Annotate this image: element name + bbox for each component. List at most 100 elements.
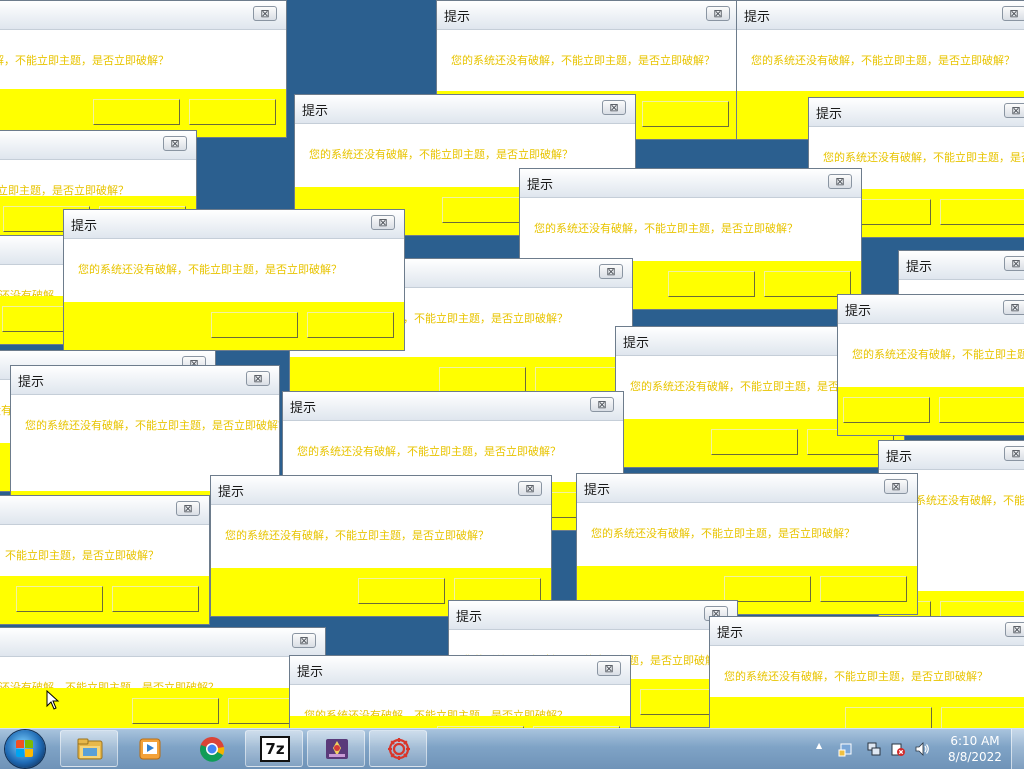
dialog-title: 提示 bbox=[444, 10, 471, 25]
dialog-message: 您的系统还没有破解，不能立即主题，是否立即破解？ bbox=[751, 54, 1015, 67]
dialog-cancel-button[interactable] bbox=[642, 101, 729, 127]
dialog-message: 您的系统还没有破解，不能立即主题，是否立即破解？ bbox=[591, 527, 855, 540]
show-desktop-button[interactable] bbox=[1011, 729, 1024, 769]
dialog-title-bar[interactable]: 提示 ⊠ bbox=[295, 95, 635, 124]
dialog-ok-button[interactable] bbox=[845, 707, 932, 728]
close-icon[interactable]: ⊠ bbox=[1002, 6, 1024, 21]
dialog-cancel-button[interactable] bbox=[189, 99, 276, 125]
dialog-title-bar[interactable]: 提示 ⊠ bbox=[577, 474, 917, 503]
taskbar-media-player-button[interactable] bbox=[120, 730, 178, 767]
app-icon bbox=[326, 739, 348, 759]
dialog-title-bar[interactable]: 提示 ⊠ bbox=[879, 441, 1024, 470]
dialog-button-bar bbox=[0, 576, 209, 624]
dialog-title: 提示 bbox=[297, 665, 324, 680]
dialog-ok-button[interactable] bbox=[724, 576, 811, 602]
close-icon[interactable]: ⊠ bbox=[884, 479, 908, 494]
dialog-title-bar[interactable]: 提示⊠ bbox=[520, 169, 861, 198]
windows-logo-icon bbox=[16, 740, 34, 758]
close-icon[interactable]: ⊠ bbox=[597, 661, 621, 676]
action-center-icon[interactable] bbox=[838, 741, 854, 757]
dialog-cancel-button[interactable] bbox=[941, 707, 1024, 728]
alert-dialog: 提示⊠您的系统还没有破解，不能立即主题，是否立即破解？ bbox=[63, 209, 405, 351]
dialog-cancel-button[interactable] bbox=[940, 199, 1024, 225]
dialog-title-bar[interactable]: 提示 ⊠ bbox=[437, 1, 739, 30]
close-icon[interactable]: ⊠ bbox=[828, 174, 852, 189]
volume-icon[interactable] bbox=[914, 741, 930, 757]
dialog-title-bar[interactable]: 提示 ⊠ bbox=[838, 295, 1024, 324]
dialog-cancel-button[interactable] bbox=[939, 397, 1024, 423]
alert-dialog: 提示 ⊠ 您的系统还没有破解，不能立即主题，是否立即破解？ bbox=[576, 473, 918, 615]
close-icon[interactable]: ⊠ bbox=[371, 215, 395, 230]
close-icon[interactable]: ⊠ bbox=[518, 481, 542, 496]
close-icon[interactable]: ⊠ bbox=[246, 371, 270, 386]
close-icon[interactable]: ⊠ bbox=[1004, 446, 1024, 461]
dialog-title-bar[interactable]: 提示 ⊠ bbox=[899, 251, 1024, 280]
dialog-message: 您的系统还没有破解，不能立即主题，是否立即破解？ bbox=[309, 148, 573, 161]
dialog-ok-button[interactable] bbox=[358, 578, 445, 604]
taskbar-7zip-button[interactable]: 7z bbox=[245, 730, 303, 767]
dialog-ok-button[interactable] bbox=[439, 367, 526, 393]
network-icon[interactable] bbox=[866, 741, 882, 757]
close-icon[interactable]: ⊠ bbox=[1003, 300, 1024, 315]
dialog-title-bar[interactable]: 提示⊠ bbox=[211, 476, 551, 505]
dialog-title-bar[interactable]: 提示⊠ bbox=[283, 392, 623, 421]
dialog-title-bar[interactable]: 提示⊠ bbox=[809, 98, 1024, 127]
alert-dialog: 提示⊠您的系统还没有破解，不能立即主题，是否立即破解？ bbox=[289, 655, 631, 728]
dialog-title: 提示 bbox=[623, 336, 650, 351]
dialog-title-bar[interactable]: 提示⊠ bbox=[449, 601, 737, 630]
dialog-title: 提示 bbox=[584, 483, 611, 498]
close-icon[interactable]: ⊠ bbox=[1004, 256, 1024, 271]
dialog-cancel-button[interactable] bbox=[112, 586, 199, 612]
dialog-ok-button[interactable] bbox=[132, 698, 219, 724]
dialog-title-bar[interactable]: 提示⊠ bbox=[0, 496, 209, 525]
folder-icon bbox=[77, 738, 103, 760]
dialog-title-bar[interactable]: 提示⊠ bbox=[737, 1, 1024, 30]
dialog-title: 提示 bbox=[886, 450, 913, 465]
dialog-ok-button[interactable] bbox=[711, 429, 798, 455]
dialog-button-bar bbox=[290, 716, 630, 728]
dialog-cancel-button[interactable] bbox=[820, 576, 907, 602]
dialog-title-bar[interactable]: 提示⊠ bbox=[0, 628, 325, 657]
dialog-title-bar[interactable]: 提示⊠ bbox=[64, 210, 404, 239]
tray-expand-icon[interactable]: ▲ bbox=[816, 741, 822, 750]
taskbar-app-button[interactable] bbox=[307, 730, 365, 767]
dialog-title-bar[interactable]: 提示 ⊠ bbox=[290, 656, 630, 685]
close-icon[interactable]: ⊠ bbox=[163, 136, 187, 151]
dialog-title: 提示 bbox=[18, 375, 45, 390]
taskbar-chrome-button[interactable] bbox=[182, 730, 240, 767]
taskbar-settings-button[interactable] bbox=[369, 730, 427, 767]
dialog-ok-button[interactable] bbox=[211, 312, 298, 338]
dialog-title-bar[interactable]: 提示⊠ bbox=[0, 1, 286, 30]
dialog-title-bar[interactable]: 提示⊠ bbox=[0, 131, 196, 160]
dialog-title: 提示 bbox=[302, 104, 329, 119]
close-icon[interactable]: ⊠ bbox=[1004, 103, 1024, 118]
dialog-message: 您的系统还没有破解，不能立即主题，是否立即破解？ bbox=[451, 54, 715, 67]
close-icon[interactable]: ⊠ bbox=[1005, 622, 1024, 637]
dialog-title: 提示 bbox=[456, 610, 483, 625]
close-icon[interactable]: ⊠ bbox=[292, 633, 316, 648]
dialog-title-bar[interactable]: 提示 ⊠ bbox=[11, 366, 279, 395]
start-button[interactable] bbox=[5, 730, 45, 768]
taskbar-explorer-button[interactable] bbox=[60, 730, 118, 767]
dialog-message: 您的系统还没有破解，不能立即主题，是否立即破解？ bbox=[724, 670, 988, 683]
alert-dialog: 提示⊠ 您的系统还没有破解，不能立即主题，是否立即破解？ bbox=[709, 616, 1024, 728]
clock[interactable]: 6:10 AM 8/8/2022 bbox=[940, 733, 1010, 765]
close-icon[interactable]: ⊠ bbox=[253, 6, 277, 21]
dialog-ok-button[interactable] bbox=[93, 99, 180, 125]
close-icon[interactable]: ⊠ bbox=[706, 6, 730, 21]
close-icon[interactable]: ⊠ bbox=[590, 397, 614, 412]
dialog-cancel-button[interactable] bbox=[535, 367, 622, 393]
power-warning-icon[interactable] bbox=[890, 741, 906, 757]
close-icon[interactable]: ⊠ bbox=[599, 264, 623, 279]
close-icon[interactable]: ⊠ bbox=[176, 501, 200, 516]
dialog-title: 提示 bbox=[906, 260, 933, 275]
clock-time: 6:10 AM bbox=[950, 734, 1000, 748]
dialog-title-bar[interactable]: 提示⊠ bbox=[710, 617, 1024, 646]
dialog-title: 提示 bbox=[845, 304, 872, 319]
dialog-ok-button[interactable] bbox=[843, 397, 930, 423]
close-icon[interactable]: ⊠ bbox=[602, 100, 626, 115]
dialog-ok-button[interactable] bbox=[668, 271, 755, 297]
dialog-ok-button[interactable] bbox=[16, 586, 103, 612]
dialog-cancel-button[interactable] bbox=[307, 312, 394, 338]
dialog-ok-button[interactable] bbox=[442, 197, 529, 223]
